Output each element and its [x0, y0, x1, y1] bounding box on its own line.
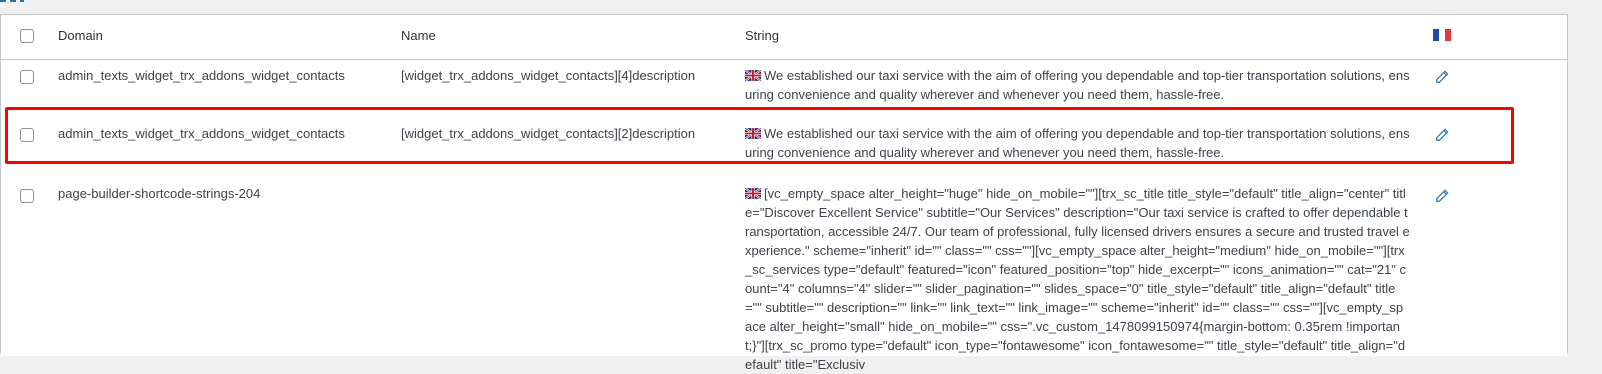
highlight-box [5, 107, 1514, 164]
row-string: We established our taxi service with the… [745, 66, 1410, 104]
top-bar-accent [0, 0, 6, 2]
column-header-name[interactable]: Name [401, 28, 436, 43]
strings-table: Domain Name String admin_texts_widget_tr… [0, 14, 1568, 372]
edit-pencil-icon[interactable] [1435, 189, 1449, 203]
column-header-domain[interactable]: Domain [58, 28, 103, 43]
uk-flag-icon [745, 188, 761, 199]
column-header-string[interactable]: String [745, 28, 779, 43]
uk-flag-icon [745, 70, 761, 81]
row-domain: admin_texts_widget_trx_addons_widget_con… [58, 68, 345, 83]
table-header: Domain Name String [1, 15, 1567, 60]
fr-flag-icon[interactable] [1433, 29, 1451, 41]
row-string: [vc_empty_space alter_height="huge" hide… [745, 184, 1410, 374]
row-domain: page-builder-shortcode-strings-204 [58, 186, 261, 201]
row-name: [widget_trx_addons_widget_contacts][4]de… [401, 68, 696, 83]
top-bar [0, 0, 1602, 14]
row-checkbox[interactable] [20, 70, 34, 84]
row-string-text: We established our taxi service with the… [745, 68, 1410, 102]
row-string-text: [vc_empty_space alter_height="huge" hide… [745, 186, 1410, 372]
row-checkbox[interactable] [20, 189, 34, 203]
select-all-checkbox[interactable] [20, 29, 34, 43]
table-row: page-builder-shortcode-strings-204 [vc_e… [1, 176, 1567, 372]
edit-pencil-icon[interactable] [1435, 70, 1449, 84]
top-bar-accent [20, 0, 24, 2]
top-bar-accent [10, 0, 16, 2]
